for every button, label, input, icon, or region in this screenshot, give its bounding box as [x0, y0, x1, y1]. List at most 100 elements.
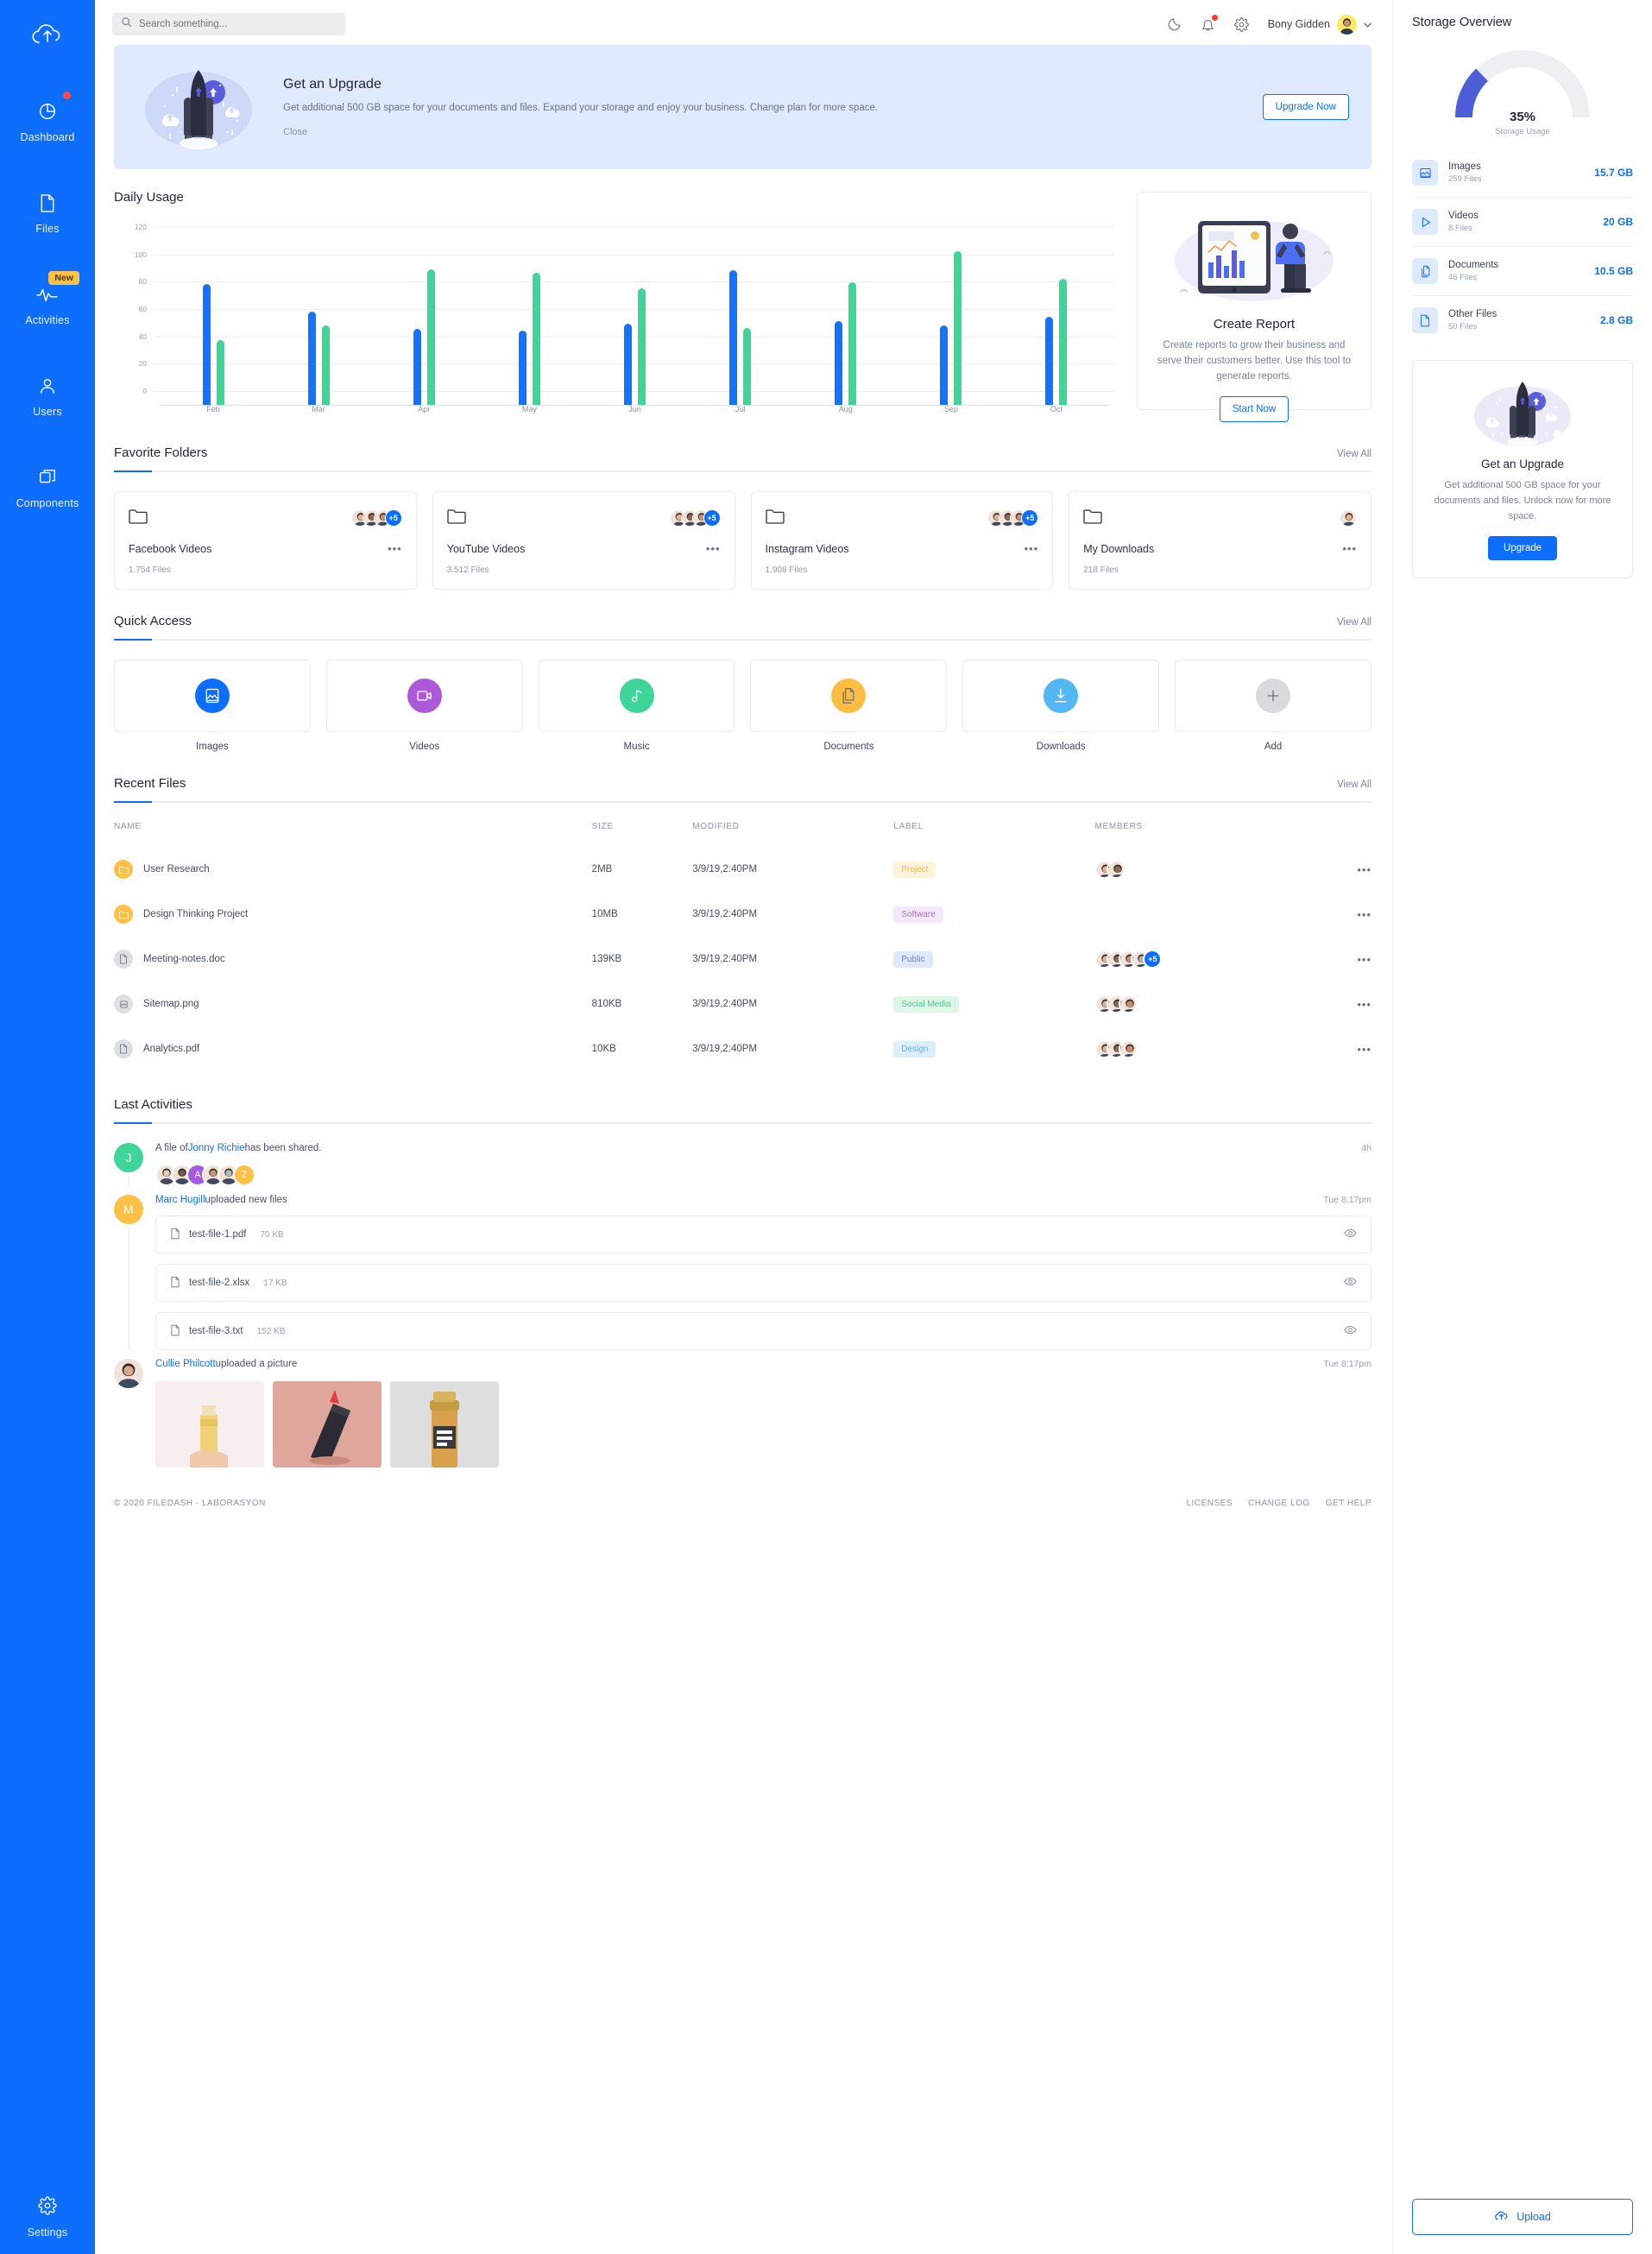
- folder-more-button[interactable]: •••: [1342, 542, 1357, 555]
- avatar-initial: J: [114, 1143, 143, 1172]
- quick-access-card[interactable]: [325, 660, 523, 732]
- gear-icon[interactable]: [1233, 16, 1249, 32]
- sidebar-item-settings[interactable]: Settings: [0, 2196, 95, 2238]
- chart-bar: [426, 268, 435, 406]
- folder-card[interactable]: +5 YouTube Videos ••• 3.512 Files: [432, 491, 735, 590]
- storage-category-row[interactable]: Images 259 Files 15.7 GB: [1412, 148, 1633, 198]
- upgrade-now-button[interactable]: Upgrade Now: [1262, 94, 1349, 120]
- sidebar-item-label: Components: [16, 497, 79, 509]
- row-more-button[interactable]: •••: [1357, 908, 1371, 921]
- sidebar-item-label: Activities: [25, 314, 70, 326]
- folder-more-button[interactable]: •••: [1025, 542, 1039, 555]
- storage-category-row[interactable]: Documents 46 Files 10.5 GB: [1412, 247, 1633, 296]
- activity-item: J A file of Jonny Richie has been shared. 4…: [114, 1143, 1371, 1195]
- quick-access-view-all[interactable]: View All: [1337, 617, 1371, 628]
- banner-close-link[interactable]: Close: [283, 127, 1263, 137]
- row-more-cell: •••: [1296, 892, 1371, 937]
- eye-icon[interactable]: [1344, 1323, 1357, 1339]
- sidebar-item-files[interactable]: Files: [0, 174, 95, 249]
- folder-card[interactable]: +5 Facebook Videos ••• 1.754 Files: [114, 491, 417, 590]
- avatar: [1337, 14, 1357, 35]
- table-row[interactable]: User Research 2MB 3/9/19,2:40PM Project •••: [114, 847, 1371, 892]
- quick-access-item: Images: [114, 660, 311, 752]
- chart-x-tick-label: Mar: [312, 405, 325, 414]
- search-box[interactable]: [112, 13, 345, 35]
- footer-link[interactable]: GET HELP: [1326, 1499, 1371, 1508]
- storage-category-name: Other Files: [1448, 309, 1498, 319]
- upload-button[interactable]: Upload: [1412, 2199, 1633, 2235]
- row-more-button[interactable]: •••: [1357, 998, 1371, 1011]
- folder-icon: [447, 508, 466, 528]
- activity-file-row[interactable]: test-file-3.txt 152 KB: [155, 1312, 1371, 1350]
- table-row[interactable]: Design Thinking Project 10MB 3/9/19,2:40PM…: [114, 892, 1371, 937]
- chart-bar: [1059, 278, 1068, 406]
- eye-icon[interactable]: [1344, 1275, 1357, 1291]
- sidebar-item-components[interactable]: Components: [0, 449, 95, 523]
- quick-access-card[interactable]: [538, 660, 735, 732]
- activity-picture[interactable]: [390, 1381, 499, 1468]
- sidebar-item-activities[interactable]: New Activities: [0, 266, 95, 340]
- report-title: Create Report: [1213, 317, 1296, 331]
- file-modified: 3/9/19,2:40PM: [692, 864, 758, 874]
- folder-name: Instagram Videos •••: [766, 542, 1039, 555]
- file-name-cell: Analytics.pdf: [114, 1026, 592, 1071]
- folder-icon: [114, 905, 133, 924]
- folder-card[interactable]: My Downloads ••• 218 Files: [1069, 491, 1371, 590]
- folder-more-button[interactable]: •••: [706, 542, 721, 555]
- daily-usage-chart-block: Daily Usage 120 100 80 60 40 20 0 Feb Mar Apr May J…: [114, 190, 1114, 420]
- recent-files-header: Recent Files View All: [114, 776, 1371, 791]
- sidebar-upgrade-title: Get an Upgrade: [1480, 458, 1565, 470]
- status-badge: Public: [893, 950, 933, 968]
- doc-icon: [114, 950, 133, 969]
- moon-icon[interactable]: [1167, 17, 1182, 32]
- quick-access-card[interactable]: [962, 660, 1160, 732]
- sidebar-upgrade-button[interactable]: Upgrade: [1487, 536, 1558, 561]
- folder-more-button[interactable]: •••: [388, 542, 402, 555]
- folder-card[interactable]: +5 Instagram Videos ••• 1.908 Files: [750, 491, 1054, 590]
- table-row[interactable]: Analytics.pdf 10KB 3/9/19,2:40PM Design •••: [114, 1026, 1371, 1071]
- activity-time: 4h: [1361, 1143, 1371, 1153]
- file-label-cell: Social Media: [893, 982, 1094, 1026]
- storage-category-row[interactable]: Other Files 50 Files 2.8 GB: [1412, 296, 1633, 344]
- row-more-button[interactable]: •••: [1357, 953, 1371, 966]
- activity-time: Tue 8:17pm: [1323, 1195, 1371, 1205]
- quick-access-card[interactable]: [750, 660, 948, 732]
- activity-user-link[interactable]: Cullie Philcott: [155, 1359, 216, 1369]
- avatar-overflow-count: +5: [1143, 950, 1163, 969]
- row-more-button[interactable]: •••: [1357, 863, 1371, 876]
- table-row[interactable]: Sitemap.png 810KB 3/9/19,2:40PM Social Medi…: [114, 982, 1371, 1026]
- bell-icon[interactable]: [1201, 14, 1218, 32]
- chart-bars: [161, 235, 1109, 406]
- footer-link[interactable]: LICENSES: [1187, 1499, 1233, 1508]
- start-now-button[interactable]: Start Now: [1219, 396, 1289, 423]
- favorite-folders-view-all[interactable]: View All: [1337, 449, 1371, 459]
- activity-user-link[interactable]: Jonny Richie: [188, 1143, 245, 1153]
- activity-file-row[interactable]: test-file-2.xlsx 17 KB: [155, 1264, 1371, 1302]
- eye-icon[interactable]: [1344, 1227, 1357, 1242]
- activity-picture[interactable]: [155, 1381, 264, 1468]
- activity-body: Marc Hugill uploaded new files Tue 8:17pm t…: [155, 1195, 1371, 1350]
- activity-user-link[interactable]: Marc Hugill: [155, 1195, 205, 1205]
- quick-access-card[interactable]: [1175, 660, 1371, 732]
- table-header-row: NAME SIZE MODIFIED LABEL MEMBERS: [114, 822, 1371, 847]
- activity-file-row[interactable]: test-file-1.pdf 70 KB: [155, 1215, 1371, 1253]
- quick-access-card[interactable]: [114, 660, 311, 732]
- sidebar-item-dashboard[interactable]: Dashboard: [0, 83, 95, 157]
- user-menu[interactable]: Bony Gidden: [1268, 14, 1371, 35]
- file-modified: 3/9/19,2:40PM: [692, 909, 758, 919]
- image-file-icon: [114, 994, 133, 1013]
- storage-category-files: 259 Files: [1448, 174, 1482, 184]
- chart-bar: [321, 325, 330, 406]
- table-row[interactable]: Meeting-notes.doc 139KB 3/9/19,2:40PM Publi…: [114, 937, 1371, 982]
- sidebar-item-users[interactable]: Users: [0, 357, 95, 432]
- search-input[interactable]: [139, 19, 337, 29]
- activity-picture[interactable]: [273, 1381, 381, 1468]
- storage-category-row[interactable]: Videos 8 Files 20 GB: [1412, 198, 1633, 247]
- row-more-cell: •••: [1296, 982, 1371, 1026]
- row-more-button[interactable]: •••: [1357, 1043, 1371, 1056]
- footer-link[interactable]: CHANGE LOG: [1248, 1499, 1310, 1508]
- chart-bar: [835, 320, 843, 406]
- section-underline: [114, 1122, 1371, 1124]
- app-logo[interactable]: [0, 12, 95, 60]
- recent-files-view-all[interactable]: View All: [1337, 780, 1371, 790]
